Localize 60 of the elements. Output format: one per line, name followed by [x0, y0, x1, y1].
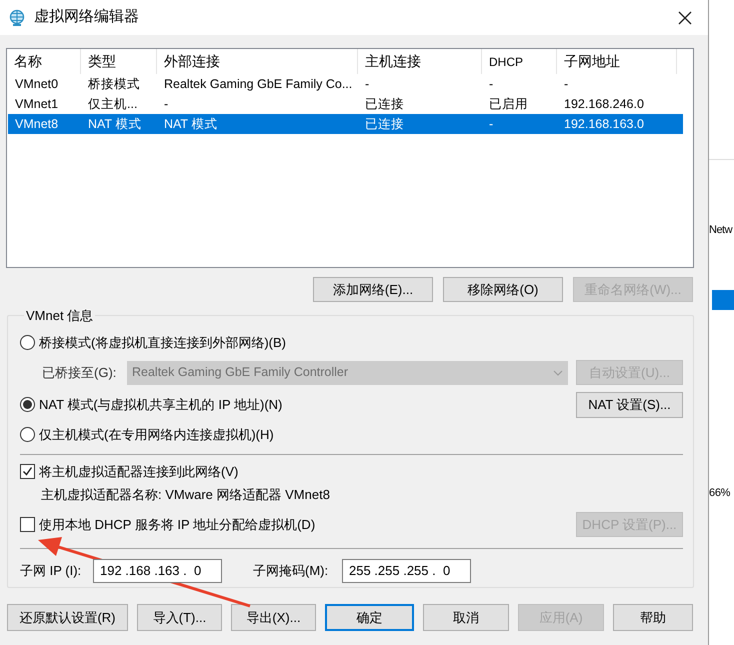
table-cell-text: -: [163, 96, 170, 113]
button[interactable]: 导出(X)...: [231, 604, 316, 631]
chevron-down-icon: [553, 370, 563, 376]
table-cell-text: -: [488, 76, 494, 93]
checkbox[interactable]: [20, 464, 35, 479]
table-cell-text: 已连接: [364, 116, 405, 133]
adapter-name-text: 主机虚拟适配器名称: VMware 网络适配器 VMnet8: [41, 486, 330, 504]
button[interactable]: 帮助: [613, 604, 693, 631]
table-row[interactable]: VMnet8 NAT 模式 NAT 模式 已连接 - 192.168.163.0: [8, 114, 683, 134]
checkbox[interactable]: [20, 517, 35, 532]
background-text: 66%: [709, 486, 730, 501]
button[interactable]: 取消: [423, 604, 509, 631]
column-header[interactable]: DHCP: [482, 49, 557, 74]
mask-field[interactable]: 255 .255 .255 . 0: [342, 558, 471, 582]
column-header[interactable]: 子网地址: [557, 49, 677, 74]
background-text: Netw: [709, 223, 732, 238]
button[interactable]: 添加网络(E)...: [313, 277, 433, 302]
window-title: 虚拟网络编辑器: [34, 7, 139, 28]
table-cell-text: 192.168.246.0: [563, 96, 645, 113]
field-label: 子网 IP (I):: [20, 562, 82, 580]
button[interactable]: 确定: [325, 604, 414, 631]
field-label: 子网掩码(M):: [253, 562, 330, 580]
column-header[interactable]: 名称: [7, 49, 81, 74]
table-cell-text: -: [563, 76, 570, 93]
ip-field[interactable]: 192 .168 .163 . 0: [93, 558, 222, 582]
column-header[interactable]: 类型: [81, 49, 157, 74]
checkbox-label: 将主机虚拟适配器连接到此网络(V): [39, 462, 238, 481]
table-cell-text: NAT 模式: [163, 116, 218, 133]
selection-bar: [712, 290, 734, 310]
table-cell-text: VMnet1: [14, 96, 60, 113]
field-label: 已桥接至(G):: [42, 364, 118, 382]
table-row[interactable]: VMnet1 仅主机... - 已连接 已启用 192.168.246.0: [8, 94, 683, 114]
table-cell-text: Realtek Gaming GbE Family Co...: [163, 76, 354, 93]
button[interactable]: 还原默认设置(R): [7, 604, 128, 631]
column-header[interactable]: 主机连接: [358, 49, 482, 74]
group-title: VMnet 信息: [25, 307, 94, 325]
checkbox-label: 使用本地 DHCP 服务将 IP 地址分配给虚拟机(D): [39, 516, 316, 534]
table-cell-text: 桥接模式: [87, 76, 141, 93]
button[interactable]: NAT 设置(S)...: [576, 392, 683, 418]
table-cell-text: -: [364, 76, 370, 93]
close-icon: [678, 10, 692, 24]
table-cell-text: 已启用: [488, 96, 529, 113]
table-cell-text: 192.168.163.0: [563, 116, 645, 133]
column-header[interactable]: 外部连接: [157, 49, 358, 74]
button[interactable]: 移除网络(O): [443, 277, 563, 302]
table-cell-text: 仅主机...: [87, 96, 138, 113]
globe-icon: [8, 8, 26, 26]
radio-label: NAT 模式(与虚拟机共享主机的 IP 地址)(N): [39, 396, 282, 414]
table-cell-text: 已连接: [364, 96, 405, 113]
table-row[interactable]: VMnet0 桥接模式 Realtek Gaming GbE Family Co... - - -: [8, 74, 683, 94]
table-cell-text: -: [488, 116, 494, 133]
radio-label: 桥接模式(将虚拟机直接连接到外部网络)(B): [39, 334, 286, 352]
table-cell-text: VMnet0: [14, 76, 60, 93]
radio-label: 仅主机模式(在专用网络内连接虚拟机)(H): [39, 426, 274, 444]
radio-button[interactable]: [20, 427, 35, 442]
table-cell-text: NAT 模式: [87, 116, 142, 133]
table-cell-text: VMnet8: [14, 116, 60, 133]
button[interactable]: 导入(T)...: [137, 604, 222, 631]
radio-button[interactable]: [20, 397, 35, 412]
radio-button[interactable]: [20, 335, 35, 350]
